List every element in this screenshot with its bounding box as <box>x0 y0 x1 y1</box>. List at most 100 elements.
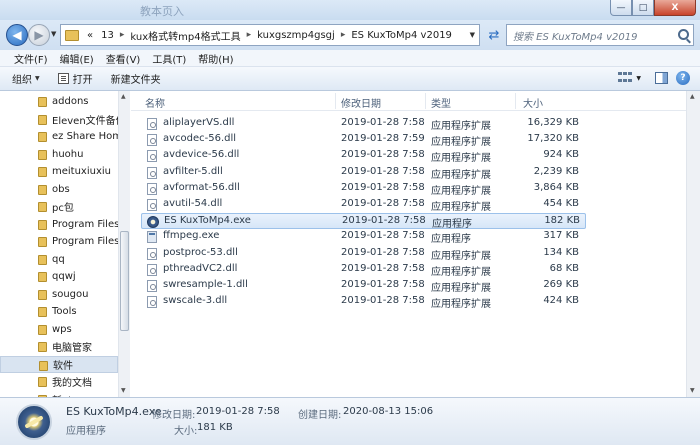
menu-help[interactable]: 帮助(H) <box>192 51 239 66</box>
forward-button[interactable]: ▶ <box>28 24 50 46</box>
sidebar-item-label: 我的文档 <box>52 378 92 389</box>
details-modified-value: 2019-01-28 7:58 <box>196 406 280 417</box>
details-file-type: 应用程序 <box>66 426 106 437</box>
file-row[interactable]: avformat-56.dll 2019-01-28 7:58 应用程序扩展 3,86… <box>141 181 586 197</box>
file-date: 2019-01-28 7:58 <box>342 215 426 227</box>
sidebar-item[interactable]: Program Files <box>0 233 118 250</box>
sidebar-item-label: Program Files <box>52 218 118 230</box>
new-folder-label: 新建文件夹 <box>110 75 161 86</box>
file-date: 2019-01-28 7:58 <box>341 181 425 193</box>
maximize-button[interactable]: □ <box>632 0 654 16</box>
folder-icon <box>38 202 47 212</box>
file-list-scrollbar[interactable]: ▲ ▼ <box>686 91 700 397</box>
file-row[interactable]: postproc-53.dll 2019-01-28 7:58 应用程序扩展 134 … <box>141 246 586 262</box>
scroll-down-icon[interactable]: ▼ <box>121 387 126 394</box>
file-row[interactable]: aliplayerVS.dll 2019-01-28 7:58 应用程序扩展 16,3… <box>141 116 586 132</box>
file-row[interactable]: avcodec-56.dll 2019-01-28 7:59 应用程序扩展 17,32… <box>141 132 586 148</box>
menu-edit[interactable]: 编辑(E) <box>54 51 100 66</box>
sidebar-item[interactable]: addons <box>0 93 118 110</box>
recent-pages-dropdown[interactable]: ▼ <box>51 30 56 38</box>
folder-icon <box>65 29 79 41</box>
open-button[interactable]: 打开 <box>57 71 93 86</box>
view-dropdown[interactable]: ▼ <box>636 75 641 82</box>
breadcrumb-separator[interactable]: ▸ <box>245 30 254 40</box>
organize-button[interactable]: 组织 ▼ <box>12 71 40 86</box>
sidebar-item[interactable]: sougou <box>0 286 118 303</box>
change-view-icon[interactable] <box>618 72 633 84</box>
close-button[interactable]: X <box>654 0 696 16</box>
organize-label: 组织 <box>12 75 32 86</box>
new-folder-button[interactable]: 新建文件夹 <box>111 71 161 86</box>
sidebar-item[interactable]: qq <box>0 251 118 268</box>
scroll-down-icon[interactable]: ▼ <box>690 387 695 394</box>
sidebar-item[interactable]: obs <box>0 181 118 198</box>
minimize-button[interactable]: — <box>610 0 632 16</box>
details-created-value: 2020-08-13 15:06 <box>343 406 434 417</box>
sidebar-item[interactable]: ez Share Hom <box>0 128 118 145</box>
column-date[interactable]: 修改日期 <box>341 95 381 110</box>
window-controls: — □ X <box>610 0 696 16</box>
breadcrumb-kux-tool[interactable]: kux格式转mp4格式工具 <box>126 28 244 43</box>
search-input[interactable]: 搜索 ES KuxToMp4 v2019 <box>506 24 694 46</box>
preview-pane-icon[interactable] <box>655 72 668 84</box>
file-row[interactable]: ffmpeg.exe 2019-01-28 7:58 应用程序 317 KB <box>141 229 586 245</box>
sidebar-item[interactable]: qqwj <box>0 268 118 285</box>
file-row[interactable]: pthreadVC2.dll 2019-01-28 7:58 应用程序扩展 68 KB <box>141 262 586 278</box>
file-name: postproc-53.dll <box>163 246 238 258</box>
dll-file-icon <box>147 199 157 211</box>
breadcrumb-separator[interactable]: ▸ <box>118 30 127 40</box>
breadcrumb-kuxgszmp4gsgj[interactable]: kuxgszmp4gsgj <box>253 30 339 41</box>
file-row[interactable]: avfilter-5.dll 2019-01-28 7:58 应用程序扩展 2,239… <box>141 165 586 181</box>
breadcrumb-overflow[interactable]: « <box>83 30 97 41</box>
sidebar-item[interactable]: Eleven文件备份 <box>0 111 118 128</box>
file-name: avcodec-56.dll <box>163 133 237 145</box>
menu-view[interactable]: 查看(V) <box>100 51 147 66</box>
file-size: 924 KB <box>543 149 579 161</box>
column-size[interactable]: 大小 <box>523 95 543 110</box>
sidebar-item[interactable]: huohu <box>0 146 118 163</box>
nav-scrollbar[interactable]: ▲ ▼ <box>118 91 130 397</box>
address-bar[interactable]: « 13 ▸ kux格式转mp4格式工具 ▸ kuxgszmp4gsgj ▸ E… <box>60 24 480 46</box>
nav-scroll-thumb[interactable] <box>120 231 129 331</box>
menu-tools[interactable]: 工具(T) <box>146 51 192 66</box>
sidebar-item[interactable]: pc包 <box>0 198 118 215</box>
breadcrumb-separator[interactable]: ▸ <box>339 30 348 40</box>
column-header: 名称 修改日期 类型 大小 <box>131 91 686 111</box>
exe-file-icon <box>147 231 157 244</box>
file-row[interactable]: avdevice-56.dll 2019-01-28 7:58 应用程序扩展 924 … <box>141 148 586 164</box>
file-date: 2019-01-28 7:58 <box>341 279 425 290</box>
file-row[interactable]: swscale-3.dll 2019-01-28 7:58 应用程序扩展 424 KB <box>141 294 586 310</box>
file-name: ffmpeg.exe <box>163 230 220 242</box>
sidebar-item[interactable]: Program Files <box>0 216 118 233</box>
back-button[interactable]: ◀ <box>6 24 28 46</box>
search-icon[interactable] <box>678 29 689 40</box>
breadcrumb-current-folder[interactable]: ES KuxToMp4 v2019 <box>347 30 456 41</box>
sidebar-item[interactable]: 我的文档 <box>0 373 118 390</box>
sidebar-item[interactable]: wps <box>0 321 118 338</box>
file-row[interactable]: swresample-1.dll 2019-01-28 7:58 应用程序扩展 269… <box>141 278 586 294</box>
file-size: 16,329 KB <box>527 117 579 128</box>
address-dropdown[interactable]: ▼ <box>466 31 479 39</box>
sidebar-item-label: Tools <box>52 306 77 317</box>
dll-file-icon <box>147 134 157 147</box>
file-size: 182 KB <box>544 215 580 227</box>
refresh-button[interactable]: ⇄ <box>484 24 504 46</box>
sidebar-item[interactable]: meituxiuxiu <box>0 163 118 180</box>
file-size: 424 KB <box>543 295 579 307</box>
file-date: 2019-01-28 7:58 <box>341 246 425 258</box>
file-row[interactable]: ES KuxToMp4.exe 2019-01-28 7:58 应用程序 182 KB <box>141 213 586 230</box>
file-name: avformat-56.dll <box>163 181 240 193</box>
navigation-bar: ◀ ▶ ▼ « 13 ▸ kux格式转mp4格式工具 ▸ kuxgszmp4gs… <box>0 20 700 50</box>
column-name[interactable]: 名称 <box>145 95 165 110</box>
breadcrumb-13[interactable]: 13 <box>97 30 118 41</box>
column-type[interactable]: 类型 <box>431 95 451 110</box>
file-row[interactable]: avutil-54.dll 2019-01-28 7:58 应用程序扩展 454 KB <box>141 197 586 213</box>
scroll-up-icon[interactable]: ▲ <box>121 93 126 100</box>
dll-file-icon <box>147 263 157 276</box>
sidebar-item[interactable]: Tools <box>0 303 118 320</box>
menu-file[interactable]: 文件(F) <box>8 51 54 66</box>
help-icon[interactable]: ? <box>676 71 690 85</box>
scroll-up-icon[interactable]: ▲ <box>690 93 695 100</box>
sidebar-item[interactable]: 软件 <box>0 355 118 373</box>
sidebar-item[interactable]: 电脑管家 <box>0 338 118 355</box>
